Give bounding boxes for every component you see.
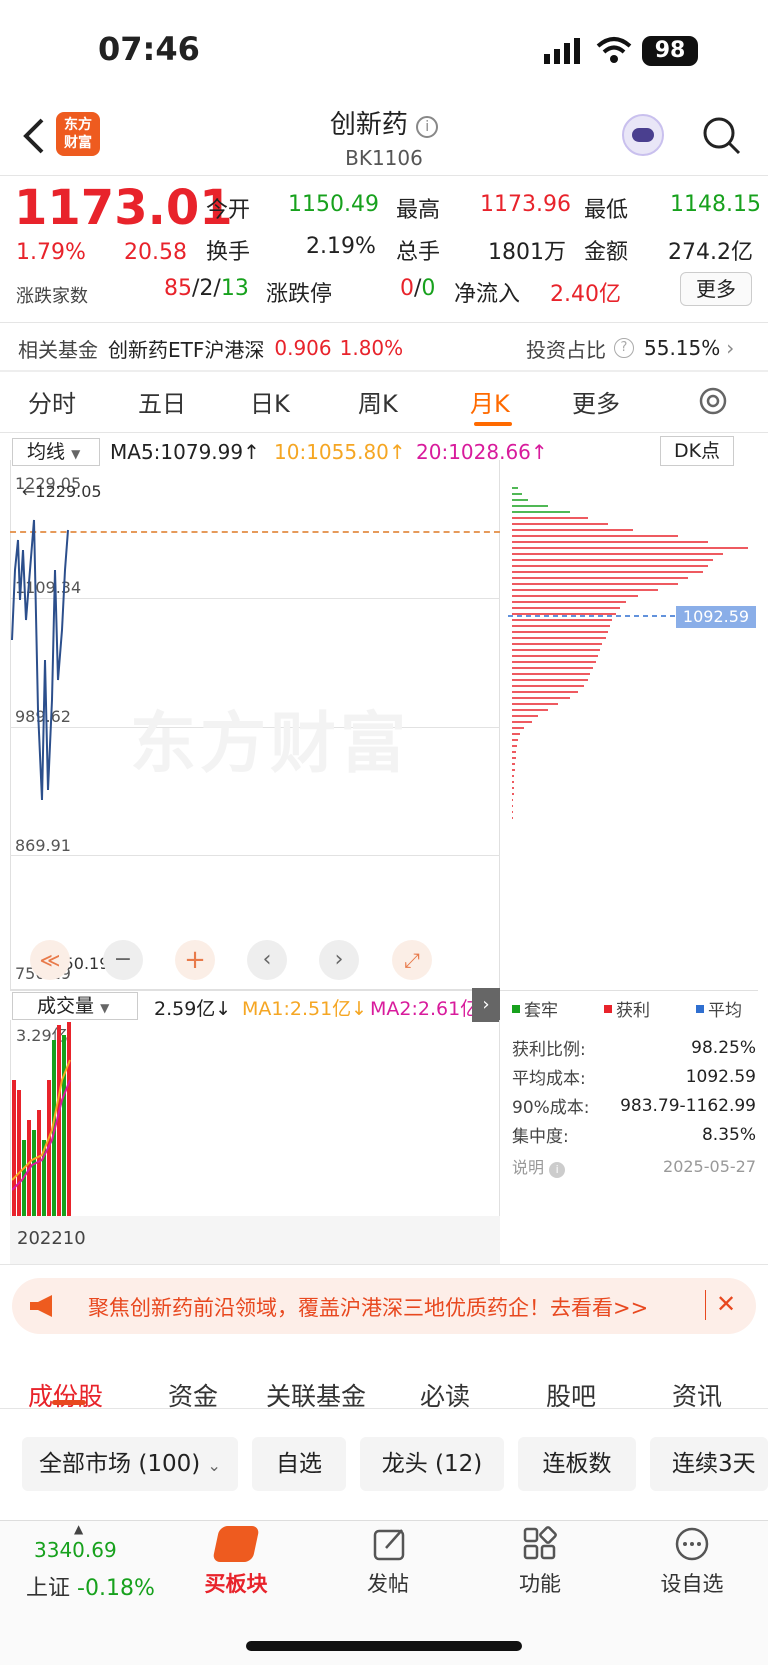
high-label: 最高: [396, 198, 441, 223]
divider: [0, 322, 768, 323]
date-label: 202210: [17, 1228, 86, 1249]
low-value: 1148.15: [670, 192, 761, 217]
nav-functions[interactable]: 功能: [490, 1568, 590, 1598]
rewind-button[interactable]: ≪: [30, 940, 70, 980]
low-label: 最低: [584, 198, 629, 223]
chip-legend: 套牢 获利 平均: [512, 996, 742, 1021]
open-label: 今开: [206, 198, 251, 223]
divider: [705, 1290, 706, 1320]
filter-leaders[interactable]: 龙头 (12): [360, 1437, 504, 1491]
tab-month-k[interactable]: 月K: [470, 384, 510, 419]
amount-label: 金额: [584, 240, 629, 265]
tab-indicator: [474, 422, 512, 426]
related-fund-row[interactable]: 相关基金 创新药ETF沪港深 0.906 1.80%: [18, 332, 403, 364]
price-line: [10, 531, 500, 533]
zoom-in-button[interactable]: +: [175, 940, 215, 980]
divider: [0, 1408, 768, 1409]
battery-indicator: 98: [642, 36, 698, 66]
filter-all-market[interactable]: 全部市场 (100) ⌄: [22, 1437, 238, 1491]
volume-chart: [10, 1020, 500, 1216]
limit-label: 涨跌停: [266, 282, 333, 307]
nav-add-watchlist[interactable]: 设自选: [642, 1568, 742, 1598]
chevron-right-icon: ›: [726, 336, 735, 360]
tab-day-k[interactable]: 日K: [250, 384, 290, 419]
close-icon[interactable]: ✕: [716, 1290, 736, 1318]
breadth-label: 涨跌家数: [16, 286, 88, 307]
volume-label: 总手: [396, 240, 441, 265]
nav-post[interactable]: 发帖: [338, 1568, 438, 1598]
home-indicator: [246, 1641, 522, 1651]
inflow-value: 2.40亿: [550, 282, 621, 307]
compose-icon[interactable]: [372, 1526, 408, 1562]
limit-values: 0/0: [400, 276, 436, 301]
filter-consecutive[interactable]: 连续3天: [650, 1437, 768, 1491]
buy-sector-icon[interactable]: [212, 1526, 260, 1562]
index-quote[interactable]: 上证 -0.18%: [26, 1570, 155, 1602]
pan-left-button[interactable]: ‹: [247, 940, 287, 980]
investment-share[interactable]: 投资占比 ? 55.15% ›: [526, 332, 734, 364]
divider: [0, 1264, 768, 1265]
search-icon[interactable]: [702, 116, 742, 156]
assistant-robot-icon[interactable]: [622, 114, 664, 156]
current-price: 1173.01: [14, 180, 233, 236]
index-value[interactable]: 3340.69: [34, 1538, 117, 1562]
volume-selector[interactable]: 成交量 ▼: [12, 992, 138, 1020]
chip-note-row[interactable]: 说明 i 2025-05-27: [512, 1154, 756, 1178]
tab-five-day[interactable]: 五日: [138, 384, 186, 419]
chip-stats: 获利比例: 98.25% 平均成本: 1092.59 90%成本: 983.79-11…: [512, 1037, 756, 1148]
average-cost-label: 1092.59: [676, 606, 756, 628]
turnover-value: 2.19%: [306, 234, 376, 259]
grid-icon[interactable]: [522, 1526, 558, 1562]
inflow-label: 净流入: [454, 282, 521, 307]
change-value: 20.58: [124, 240, 187, 265]
watermark: 东方财富: [130, 705, 410, 782]
open-value: 1150.49: [288, 192, 379, 217]
volume-ma1: MA1:2.51亿↓: [242, 998, 368, 1020]
megaphone-icon: [30, 1295, 52, 1317]
filter-limit-count[interactable]: 连板数: [518, 1437, 636, 1491]
info-icon[interactable]: i: [416, 116, 439, 138]
more-button[interactable]: 更多: [680, 272, 752, 306]
high-marker: ←1229.05: [22, 482, 102, 501]
tab-week-k[interactable]: 周K: [358, 384, 398, 419]
amount-value: 274.2亿: [668, 240, 753, 265]
expand-icon[interactable]: ⤢: [392, 940, 432, 980]
chevron-right-icon[interactable]: ›: [472, 988, 500, 1022]
chevron-up-icon: ▲: [74, 1522, 84, 1536]
gear-icon[interactable]: [696, 384, 730, 418]
gridline: [10, 598, 500, 599]
volume-indicator: 2.59亿↓: [154, 998, 232, 1020]
volume-value: 1801万: [488, 240, 566, 265]
tab-intraday[interactable]: 分时: [28, 384, 76, 419]
gridline: [10, 855, 500, 856]
tab-more[interactable]: 更多: [572, 384, 620, 419]
divider: [10, 990, 758, 991]
more-icon[interactable]: [674, 1526, 710, 1562]
divider: [0, 175, 768, 176]
volume-ma2: MA2:2.61亿: [370, 998, 474, 1020]
info-icon: i: [549, 1162, 566, 1178]
nav-buy-sector[interactable]: 买板块: [186, 1568, 286, 1598]
change-pct: 1.79%: [16, 240, 86, 265]
pan-right-button[interactable]: ›: [319, 940, 359, 980]
banner-text[interactable]: 聚焦创新药前沿领域，覆盖沪港深三地优质药企！去看看>>: [88, 1292, 648, 1322]
high-value: 1173.96: [480, 192, 571, 217]
zoom-out-button[interactable]: −: [103, 940, 143, 980]
signal-icon: [544, 38, 580, 64]
volume-bars: [12, 1022, 71, 1216]
divider: [0, 432, 768, 433]
turnover-label: 换手: [206, 240, 251, 265]
divider: [0, 370, 768, 372]
filter-watchlist[interactable]: 自选: [252, 1437, 346, 1491]
breadth-values: 85/2/13: [164, 276, 249, 301]
chip-bars: [508, 487, 748, 819]
wifi-icon: [596, 37, 632, 63]
status-time: 07:46: [98, 30, 200, 68]
tab-indicator: [52, 1400, 86, 1405]
price-line-series: [11, 519, 69, 801]
help-icon: ?: [614, 338, 634, 358]
